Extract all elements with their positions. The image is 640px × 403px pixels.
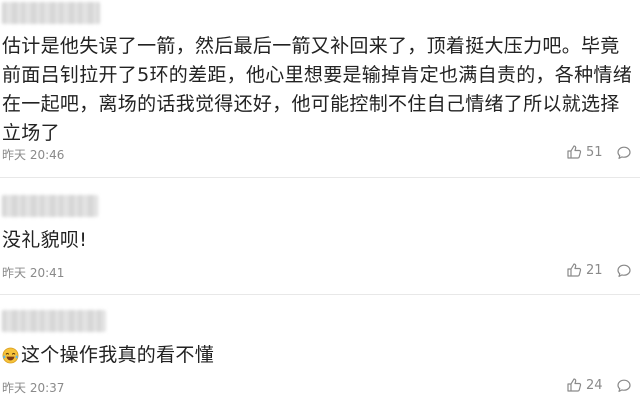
reply-button[interactable] bbox=[616, 378, 632, 398]
username-blurred[interactable] bbox=[2, 310, 106, 332]
thumbs-up-icon bbox=[566, 262, 582, 278]
like-count: 51 bbox=[586, 144, 603, 160]
like-count: 21 bbox=[586, 262, 603, 278]
reply-button[interactable] bbox=[616, 145, 632, 165]
laughing-crying-emoji-icon bbox=[2, 344, 19, 373]
thumbs-up-icon bbox=[566, 144, 582, 160]
comment-text: 估计是他失误了一箭，然后最后一箭又补回来了，顶着挺大压力吧。毕竟前面吕钊拉开了5… bbox=[2, 35, 632, 144]
username-blurred[interactable] bbox=[2, 2, 100, 24]
comment-timestamp: 昨天 20:41 bbox=[2, 266, 65, 280]
like-button[interactable]: 51 bbox=[566, 144, 603, 160]
comment-content: 这个操作我真的看不懂 bbox=[2, 341, 634, 373]
like-button[interactable]: 21 bbox=[566, 262, 603, 278]
comment-text: 这个操作我真的看不懂 bbox=[21, 344, 215, 366]
thumbs-up-icon bbox=[566, 377, 582, 393]
username-blurred[interactable] bbox=[2, 195, 98, 217]
comment-timestamp: 昨天 20:37 bbox=[2, 381, 65, 395]
comment-timestamp: 昨天 20:46 bbox=[2, 148, 65, 162]
comment-bubble-icon bbox=[616, 379, 632, 398]
comment-bubble-icon bbox=[616, 264, 632, 283]
divider bbox=[0, 177, 640, 178]
comment-bubble-icon bbox=[616, 146, 632, 165]
reply-button[interactable] bbox=[616, 263, 632, 283]
comment-text: 没礼貌呗! bbox=[2, 229, 88, 251]
like-button[interactable]: 24 bbox=[566, 377, 603, 393]
like-count: 24 bbox=[586, 377, 603, 393]
divider bbox=[0, 294, 640, 295]
